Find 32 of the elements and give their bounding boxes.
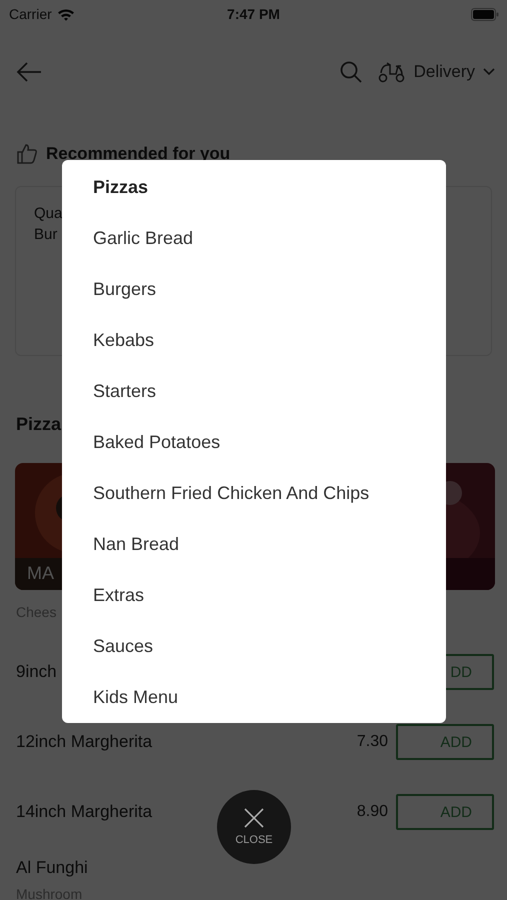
menu-item[interactable]: Sauces bbox=[62, 621, 446, 672]
section-title: Pizza bbox=[16, 414, 62, 435]
wifi-icon bbox=[56, 8, 75, 20]
back-button[interactable] bbox=[14, 60, 44, 84]
menu-item[interactable]: Nan Bread bbox=[62, 519, 446, 570]
item-name: 9inch bbox=[16, 662, 57, 682]
menu-item[interactable]: Burgers bbox=[62, 264, 446, 315]
item-name: 12inch Margherita bbox=[16, 732, 152, 752]
menu-item[interactable]: Kids Menu bbox=[62, 672, 446, 723]
menu-item[interactable]: Kebabs bbox=[62, 315, 446, 366]
item-name: Al Funghi bbox=[16, 858, 88, 878]
carrier-name: Carrier bbox=[9, 6, 52, 22]
chevron-down-icon bbox=[483, 68, 495, 76]
scooter-icon bbox=[378, 61, 406, 83]
menu-item[interactable]: Starters bbox=[62, 366, 446, 417]
battery-icon bbox=[471, 8, 499, 20]
clock-time: 7:47 PM bbox=[227, 6, 280, 22]
card-title: MA bbox=[27, 563, 54, 584]
card-text: Bur bbox=[34, 225, 58, 245]
close-icon bbox=[244, 808, 264, 828]
menu-item[interactable]: Extras bbox=[62, 570, 446, 621]
search-button[interactable] bbox=[338, 59, 364, 85]
menu-item[interactable]: Garlic Bread bbox=[62, 213, 446, 264]
item-price: 7.30 bbox=[356, 733, 388, 751]
item-name: 14inch Margherita bbox=[16, 802, 152, 822]
item-price: 8.90 bbox=[356, 803, 388, 821]
card-text: Qua bbox=[34, 204, 62, 224]
menu-item[interactable]: Southern Fried Chicken And Chips bbox=[62, 468, 446, 519]
menu-item[interactable]: Pizzas bbox=[62, 168, 446, 213]
thumbs-up-icon bbox=[16, 143, 38, 165]
menu-item[interactable]: Baked Potatoes bbox=[62, 417, 446, 468]
close-button[interactable]: CLOSE bbox=[217, 790, 291, 864]
